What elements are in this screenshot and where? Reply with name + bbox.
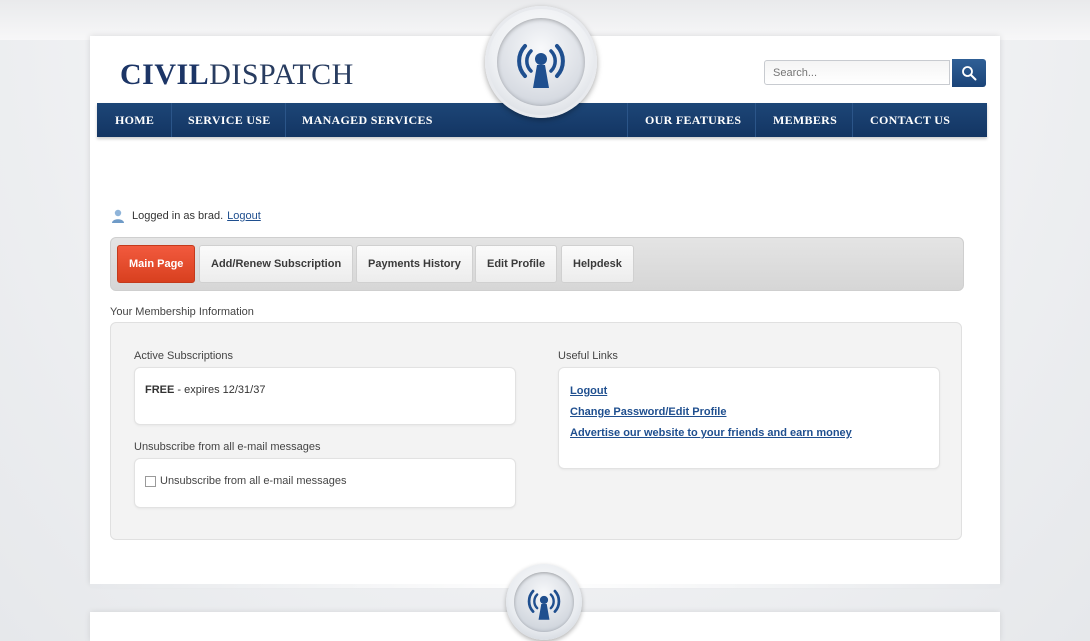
useful-link-change-password[interactable]: Change Password/Edit Profile — [570, 406, 852, 418]
unsubscribe-checkbox-label[interactable]: Unsubscribe from all e-mail messages — [160, 475, 346, 487]
login-status: Logged in as brad. Logout — [110, 208, 261, 224]
logo-bold-text: CIVIL — [120, 58, 210, 91]
search-button[interactable] — [952, 59, 986, 87]
plan-expiry: - expires 12/31/37 — [174, 384, 266, 396]
nav-divider — [171, 103, 172, 137]
nav-divider — [627, 103, 628, 137]
subscription-line: FREE - expires 12/31/37 — [145, 384, 265, 396]
nav-divider — [755, 103, 756, 137]
useful-links-card: Logout Change Password/Edit Profile Adve… — [558, 367, 940, 469]
active-subscriptions-title: Active Subscriptions — [134, 350, 234, 362]
search-icon — [962, 66, 977, 81]
plan-name: FREE — [145, 384, 175, 396]
nav-item-our-features[interactable]: OUR FEATURES — [645, 103, 741, 137]
tab-payments-history[interactable]: Payments History — [356, 245, 473, 283]
unsubscribe-title: Unsubscribe from all e-mail messages — [134, 441, 321, 453]
nav-item-members[interactable]: MEMBERS — [773, 103, 837, 137]
site-logo[interactable]: CIVILDISPATCH — [120, 58, 354, 92]
useful-link-logout[interactable]: Logout — [570, 385, 852, 397]
emblem-inner-ring — [497, 18, 585, 106]
broadcast-emblem — [485, 6, 597, 118]
tab-main-page[interactable]: Main Page — [117, 245, 196, 283]
tab-add-renew-subscription[interactable]: Add/Renew Subscription — [199, 245, 354, 283]
broadcast-signal-icon — [517, 44, 565, 88]
user-icon — [112, 209, 124, 223]
membership-section-title: Your Membership Information — [110, 306, 254, 318]
unsubscribe-card: Unsubscribe from all e-mail messages — [134, 458, 516, 508]
footer-emblem — [506, 564, 582, 640]
nav-item-managed-services[interactable]: MANAGED SERVICES — [302, 103, 433, 137]
useful-link-advertise[interactable]: Advertise our website to your friends an… — [570, 427, 852, 439]
search-input[interactable] — [764, 60, 950, 85]
nav-divider — [852, 103, 853, 137]
page-container: CIVILDISPATCH HOME SERVICE USE MANAGED S… — [90, 6, 1000, 584]
account-tabs: Main Page Add/Renew Subscription Payment… — [110, 237, 964, 291]
nav-divider — [285, 103, 286, 137]
useful-links-list: Logout Change Password/Edit Profile Adve… — [570, 385, 852, 448]
nav-item-contact-us[interactable]: CONTACT US — [870, 103, 950, 137]
logo-regular-text: DISPATCH — [209, 58, 354, 91]
unsubscribe-checkbox[interactable] — [145, 475, 156, 487]
active-subscriptions-card: FREE - expires 12/31/37 — [134, 367, 516, 425]
footer-emblem-inner-ring — [514, 572, 574, 632]
logout-link[interactable]: Logout — [227, 210, 261, 222]
tab-edit-profile[interactable]: Edit Profile — [475, 245, 558, 283]
unsubscribe-option: Unsubscribe from all e-mail messages — [145, 475, 346, 487]
login-status-text: Logged in as brad. — [132, 210, 224, 222]
membership-panel: Active Subscriptions FREE - expires 12/3… — [110, 322, 962, 540]
broadcast-signal-icon — [527, 589, 561, 620]
tab-helpdesk[interactable]: Helpdesk — [561, 245, 634, 283]
search-box — [764, 59, 986, 87]
nav-item-service-use[interactable]: SERVICE USE — [188, 103, 271, 137]
useful-links-title: Useful Links — [558, 350, 618, 362]
nav-item-home[interactable]: HOME — [115, 103, 154, 137]
